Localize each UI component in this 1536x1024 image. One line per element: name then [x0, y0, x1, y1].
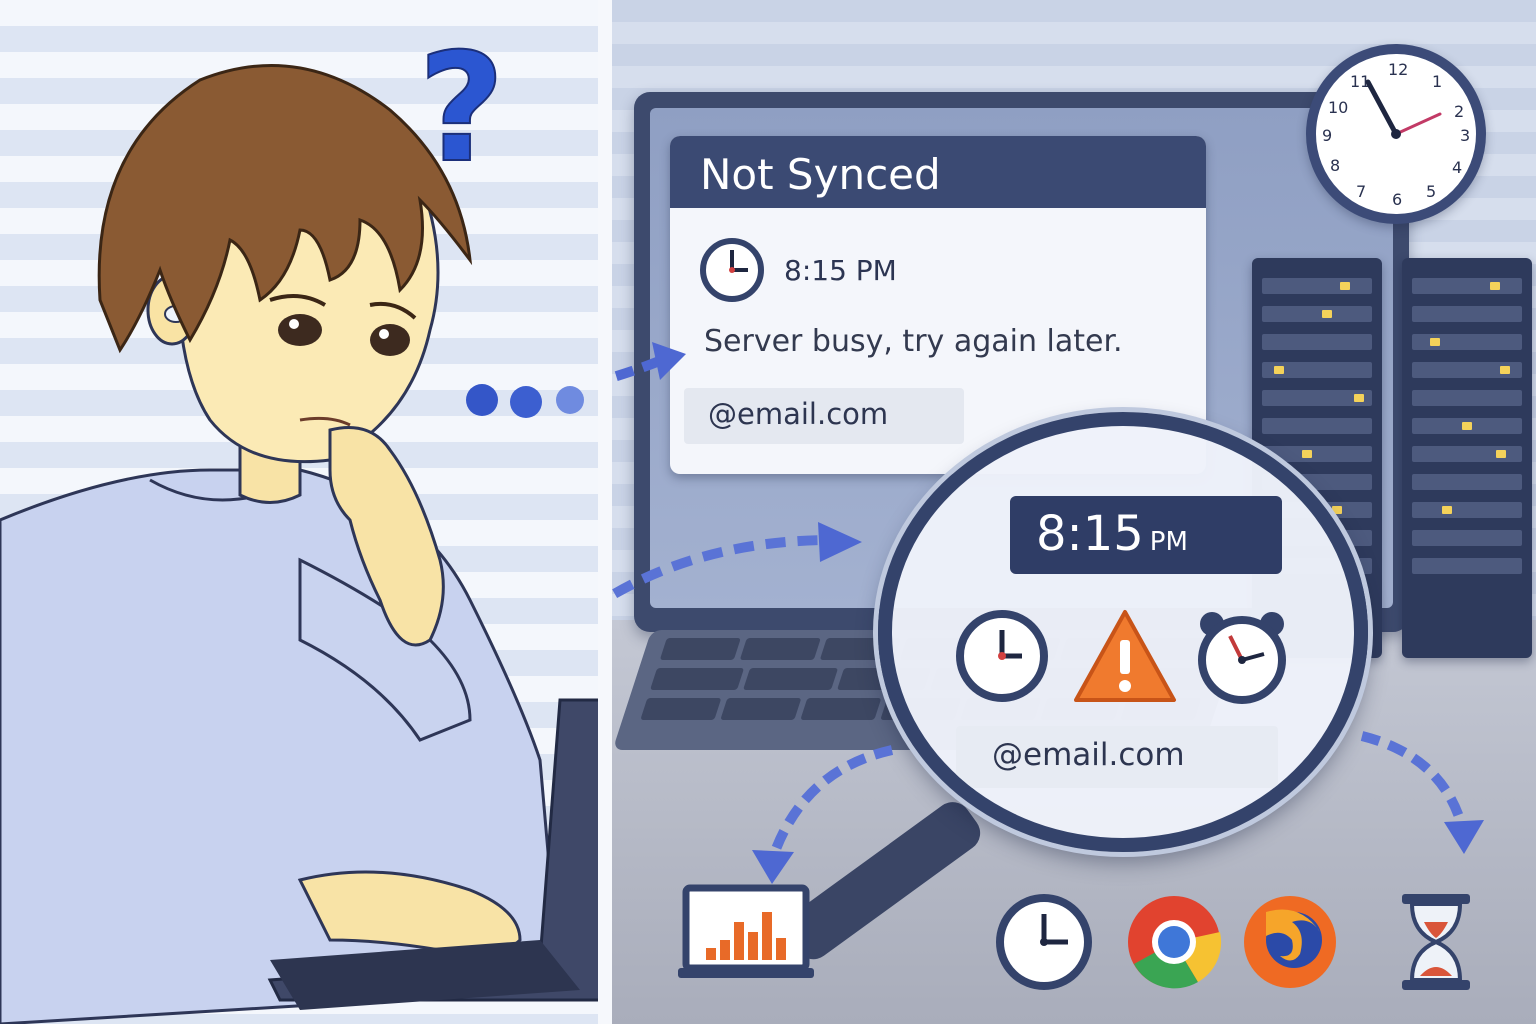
time-minutes: 15: [1082, 506, 1144, 562]
notification-message: Server busy, try again later.: [704, 324, 1123, 359]
magnifier: 8:15 PM @email.com: [878, 412, 1368, 852]
hourglass-icon: [1402, 894, 1470, 990]
arrow-to-notification: [612, 342, 686, 383]
right-panel: Not Synced 8:15 PM Server busy, try agai…: [612, 0, 1536, 1024]
notification-time: 8:15 PM: [784, 253, 897, 287]
notification-time-row: 8:15 PM: [698, 236, 897, 304]
clock-icon: [700, 238, 764, 302]
email-field[interactable]: @email.com: [684, 388, 964, 444]
time-period: PM: [1149, 527, 1188, 557]
clock-icon: [996, 894, 1092, 990]
illustration: ? Not Synced 8:15 PM Server busy, try ag…: [0, 0, 1536, 1024]
magnified-email-field[interactable]: @email.com: [956, 726, 1278, 788]
warning-icon: [1074, 610, 1176, 702]
notification-title: Not Synced: [670, 136, 1206, 208]
alarm-clock-icon: [1198, 612, 1286, 704]
clock-icon: [956, 610, 1048, 702]
time-separator: :: [1066, 506, 1083, 562]
arrow-to-magnifier: [612, 522, 862, 602]
wall-clock-icon: 12 1 2 3 4 5 6 7 8 9 10 11: [1306, 44, 1486, 224]
arrow-to-hourglass: [1360, 731, 1484, 854]
chrome-icon: [1128, 896, 1222, 989]
svg-text:?: ?: [418, 22, 505, 196]
person-illustration: ?: [0, 21, 600, 1024]
magnified-icons: [952, 606, 1292, 706]
time-hours: 8: [1036, 506, 1067, 562]
arrow-to-laptop: [752, 745, 894, 884]
left-panel: ?: [0, 0, 600, 1024]
firefox-icon: [1244, 896, 1336, 988]
server-rack: [1402, 258, 1532, 658]
panel-divider: [598, 0, 612, 1024]
laptop-chart-icon: [678, 884, 814, 978]
magnified-time: 8:15 PM: [1010, 496, 1282, 574]
